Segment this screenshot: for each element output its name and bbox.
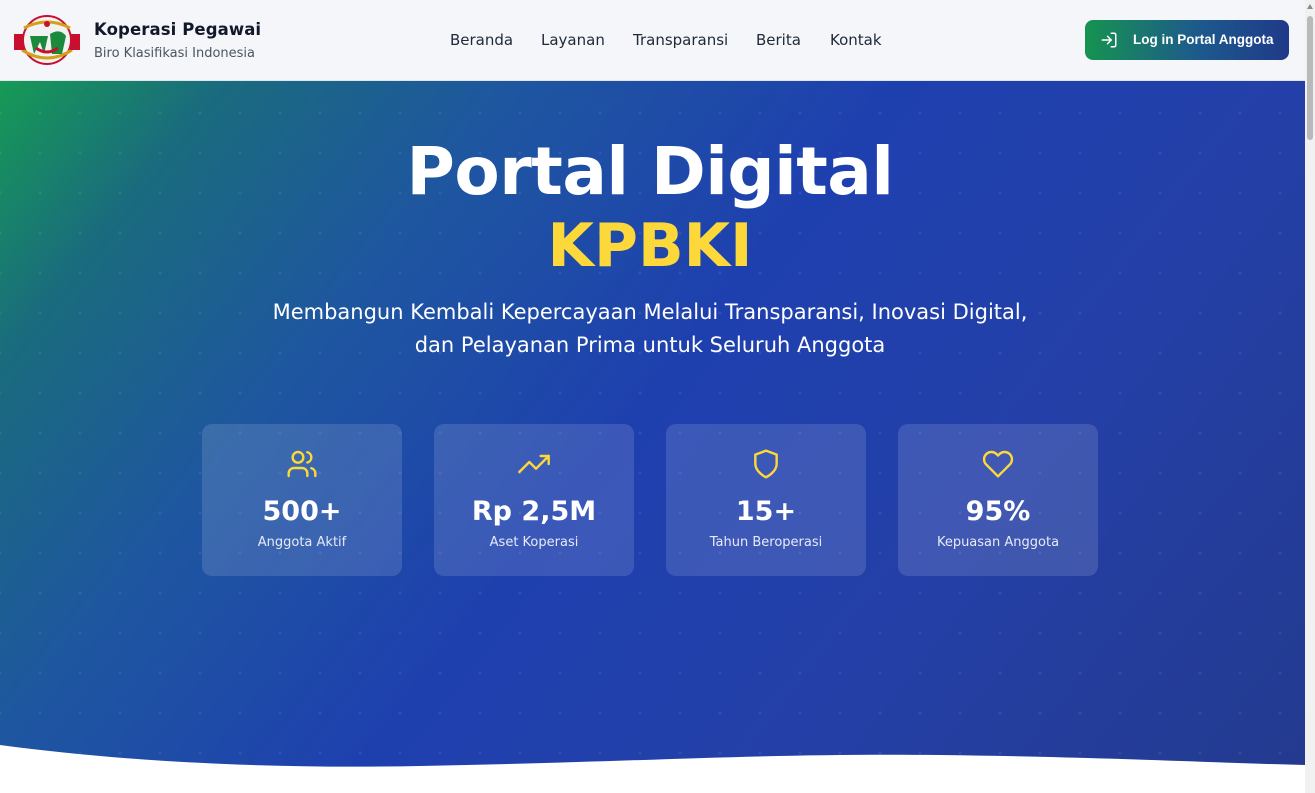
hero-section: Portal Digital KPBKI Membangun Kembali K… <box>0 81 1305 793</box>
login-button-label: Log in Portal Anggota <box>1133 32 1274 47</box>
hero-subtitle-line2: dan Pelayanan Prima untuk Seluruh Anggot… <box>414 333 886 357</box>
scrollbar-thumb[interactable] <box>1307 16 1313 140</box>
brand-subtitle: Biro Klasifikasi Indonesia <box>94 46 256 61</box>
stat-card-years: 15+ Tahun Beroperasi <box>666 424 866 576</box>
nav-transparansi[interactable]: Transparansi <box>633 31 728 49</box>
stat-card-satisfaction: 95% Kepuasan Anggota <box>898 424 1098 576</box>
login-portal-button[interactable]: Log in Portal Anggota <box>1085 20 1289 60</box>
stat-card-members: 500+ Anggota Aktif <box>202 424 402 576</box>
stat-card-assets: Rp 2,5M Aset Koperasi <box>434 424 634 576</box>
log-in-icon <box>1101 32 1117 48</box>
shield-icon <box>754 449 778 479</box>
brand-title: Koperasi Pegawai <box>94 20 262 39</box>
nav-berita[interactable]: Berita <box>756 31 801 49</box>
stat-value: Rp 2,5M <box>471 496 597 527</box>
trending-up-icon <box>518 454 550 474</box>
hero-subtitle-line1: Membangun Kembali Kepercayaan Melalui Tr… <box>272 300 1028 324</box>
stat-label: Kepuasan Anggota <box>936 535 1060 550</box>
site-header: Koperasi Pegawai Biro Klasifikasi Indone… <box>0 0 1305 81</box>
stat-value: 95% <box>965 496 1031 527</box>
page-scrollbar[interactable] <box>1305 0 1315 793</box>
stat-label: Aset Koperasi <box>489 535 579 550</box>
hero-title: Portal Digital <box>406 133 894 210</box>
hero-title-highlight: KPBKI <box>547 211 753 281</box>
stat-value: 500+ <box>262 496 342 527</box>
nav-kontak[interactable]: Kontak <box>830 31 882 49</box>
hero-wave-divider <box>0 745 1305 793</box>
users-icon <box>287 450 317 478</box>
nav-layanan[interactable]: Layanan <box>541 31 605 49</box>
scroll-up-arrow-icon[interactable] <box>1307 4 1313 9</box>
nav-beranda[interactable]: Beranda <box>450 31 513 49</box>
koperasi-logo[interactable] <box>10 14 84 66</box>
stat-value: 15+ <box>735 496 797 527</box>
stat-label: Anggota Aktif <box>257 535 347 550</box>
heart-icon <box>982 450 1014 478</box>
stat-label: Tahun Beroperasi <box>709 535 823 550</box>
